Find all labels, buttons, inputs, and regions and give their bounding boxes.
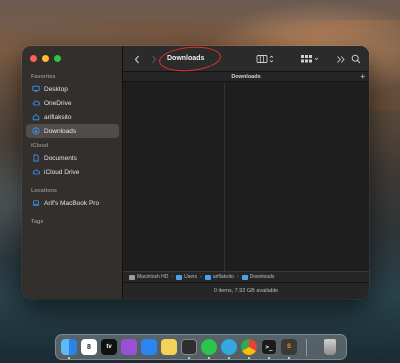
sidebar-item-downloads[interactable]: Downloads [26,124,119,138]
finder-main: Downloads Downloads + Macintosh HD › Use… [123,46,369,299]
finder-icon[interactable] [61,339,77,355]
sidebar-item-label: ariflaksito [44,113,72,121]
new-tab-button[interactable]: + [360,72,365,82]
terminal-prompt: >_ [265,343,273,351]
calendar-date: 8 [87,343,91,351]
back-button[interactable] [132,52,142,66]
group-button[interactable] [300,52,322,66]
home-icon [31,113,40,122]
safari-icon[interactable] [141,339,157,355]
running-indicator [268,357,270,359]
sidebar-item-icloud-drive[interactable]: iCloud Drive [26,165,119,179]
apple-tv-icon[interactable]: tv [101,339,117,355]
column-1[interactable] [123,83,224,271]
path-item-label: Downloads [249,274,275,280]
path-separator: › [200,274,202,280]
zoom-button[interactable] [54,55,61,62]
chevron-left-icon [134,55,139,63]
path-item-home[interactable]: ariflaksito [204,274,234,280]
document-icon [31,154,40,163]
tags-heading: Tags [31,219,44,225]
icloud-heading: iCloud [31,143,49,149]
running-indicator [288,357,290,359]
path-item-users[interactable]: Users [176,274,197,280]
notes-icon[interactable] [161,339,177,355]
sidebar-item-label: Documents [44,154,77,162]
locations-section: Locations Arif's MacBook Pro [22,187,123,210]
download-icon [31,127,40,136]
running-indicator [188,357,190,359]
finder-window: Favorites Desktop OneDrive ariflaksito D… [22,46,369,299]
chatgpt-icon[interactable] [181,339,197,355]
favorites-heading: Favorites [31,74,56,80]
sidebar: Favorites Desktop OneDrive ariflaksito D… [22,46,123,299]
double-chevron-right-icon [337,55,345,63]
sidebar-item-label: Downloads [44,127,77,135]
running-indicator [228,357,230,359]
downloads-folder-icon [241,274,248,280]
path-item-label: Macintosh HD [137,274,169,280]
sidebar-item-onedrive[interactable]: OneDrive [26,96,119,110]
sidebar-item-label: Desktop [44,85,68,93]
home-folder-icon [204,274,211,280]
sidebar-item-home[interactable]: ariflaksito [26,110,119,124]
chrome-icon[interactable] [241,339,257,355]
minimize-button[interactable] [42,55,49,62]
column-view-icon [256,55,274,63]
sidebar-item-documents[interactable]: Documents [26,151,119,165]
forward-button[interactable] [149,52,159,66]
path-separator: › [236,274,239,280]
view-options-button[interactable] [256,52,276,66]
grid-icon [301,55,319,63]
terminal-icon[interactable]: >_ [261,339,277,355]
running-indicator [208,357,210,359]
column-view [123,83,369,271]
sublime-text-icon[interactable]: S [281,339,297,355]
toolbar: Downloads [123,46,369,74]
podcasts-icon[interactable] [121,339,137,355]
tab-downloads[interactable]: Downloads [123,72,369,82]
column-2[interactable] [225,83,369,271]
annotation-circle [158,46,222,74]
whatsapp-icon[interactable] [201,339,217,355]
chevron-right-icon [152,55,157,63]
apple-tv-label: tv [106,344,112,350]
more-button[interactable] [336,52,346,66]
icloud-icon [31,168,40,177]
icloud-section: iCloud Documents iCloud Drive [22,142,123,179]
sidebar-item-macbook[interactable]: Arif's MacBook Pro [26,196,119,210]
telegram-icon[interactable] [221,339,237,355]
path-item-label: Users [184,274,198,280]
locations-heading: Locations [31,188,57,194]
path-item-downloads[interactable]: Downloads [241,274,275,280]
dock-divider [306,339,307,356]
window-controls [30,55,61,62]
running-indicator [68,357,70,359]
disk-icon [129,274,135,280]
path-separator: › [171,274,174,280]
path-item-label: ariflaksito [212,274,234,280]
search-button[interactable] [351,52,361,66]
tab-bar: Downloads + [123,72,369,82]
status-bar: 0 items, 7.92 GB available [123,282,369,299]
sidebar-item-label: iCloud Drive [44,168,80,176]
desktop-icon [31,85,40,94]
sidebar-item-label: OneDrive [44,99,72,107]
sidebar-item-label: Arif's MacBook Pro [44,199,100,207]
folder-icon [176,274,183,280]
calendar-icon[interactable]: 8 [81,339,97,355]
search-icon [351,54,361,64]
favorites-section: Favorites Desktop OneDrive ariflaksito D… [22,73,123,138]
dock: 8 tv >_ S [55,334,347,360]
running-indicator [248,357,250,359]
cloud-icon [31,99,40,108]
close-button[interactable] [30,55,37,62]
sublime-letter: S [286,344,291,350]
trash-icon[interactable] [324,339,336,355]
laptop-icon [31,199,40,208]
path-item-macintosh-hd[interactable]: Macintosh HD [129,274,168,280]
path-bar: Macintosh HD › Users › ariflaksito › Dow… [123,271,369,282]
tags-section: Tags [22,218,123,227]
sidebar-item-desktop[interactable]: Desktop [26,82,119,96]
